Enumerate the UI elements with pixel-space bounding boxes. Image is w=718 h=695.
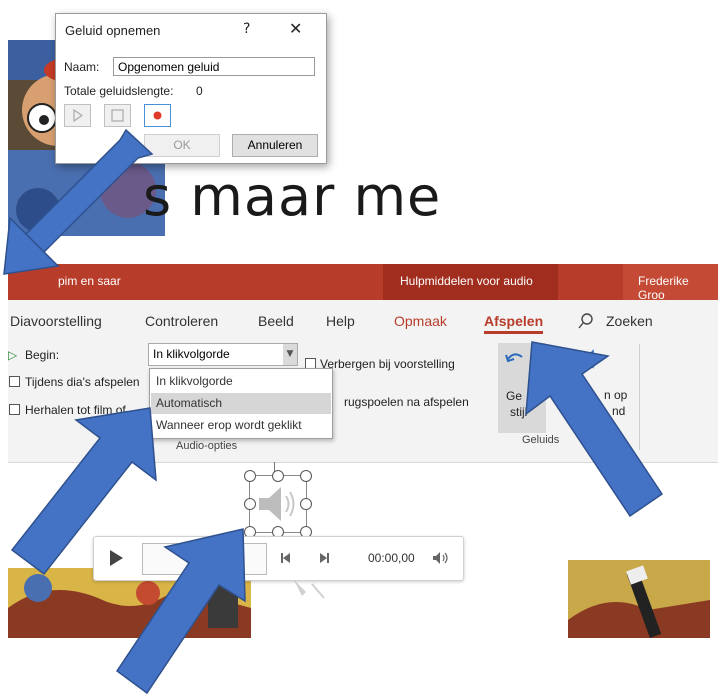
resize-handle[interactable] bbox=[272, 470, 284, 482]
group-audio-options-label: Audio-opties bbox=[176, 440, 238, 452]
cancel-button[interactable]: Annuleren bbox=[232, 134, 318, 157]
search-icon[interactable] bbox=[578, 313, 594, 332]
slide-title-text: s maar me bbox=[143, 165, 442, 228]
tab-zoeken[interactable]: Zoeken bbox=[606, 313, 653, 329]
tab-opmaak[interactable]: Opmaak bbox=[394, 313, 447, 329]
annotation-arrow-dialog bbox=[3, 128, 154, 275]
skip-forward-icon[interactable] bbox=[318, 552, 330, 564]
dropdown-option-in-klikvolgorde[interactable]: In klikvolgorde bbox=[151, 371, 331, 392]
play-across-slides-label: Tijdens dia's afspelen bbox=[25, 375, 140, 389]
tab-help[interactable]: Help bbox=[326, 313, 355, 329]
tab-beeld[interactable]: Beeld bbox=[258, 313, 294, 329]
dropdown-option-wanneer-erop-geklikt[interactable]: Wanneer erop wordt geklikt bbox=[151, 415, 331, 436]
begin-label: Begin: bbox=[25, 348, 60, 362]
cartoon-image-bottom-right bbox=[568, 560, 710, 638]
chevron-down-icon[interactable]: ▼ bbox=[283, 344, 297, 365]
total-length-label: Totale geluidslengte: bbox=[64, 84, 174, 98]
start-select-value: In klikvolgorde bbox=[153, 347, 230, 361]
play-across-slides-checkbox[interactable] bbox=[9, 376, 20, 387]
tab-controleren[interactable]: Controleren bbox=[145, 313, 218, 329]
tab-diavoorstelling[interactable]: Diavoorstelling bbox=[10, 313, 102, 329]
resize-handle[interactable] bbox=[244, 470, 256, 482]
start-select[interactable]: In klikvolgorde ▼ bbox=[148, 343, 298, 366]
audio-tools-label: Hulpmiddelen voor audio bbox=[400, 274, 533, 288]
speaker-ghost-icon bbox=[294, 580, 325, 599]
help-icon[interactable]: ? bbox=[243, 21, 250, 37]
speaker-icon[interactable] bbox=[257, 484, 299, 524]
name-label: Naam: bbox=[64, 60, 100, 74]
name-input[interactable] bbox=[113, 57, 315, 76]
dialog-title: Geluid opnemen bbox=[65, 23, 161, 38]
resize-handle[interactable] bbox=[244, 498, 256, 510]
hide-during-show-label: Verbergen bij voorstelling bbox=[320, 357, 455, 371]
annotation-arrow-style bbox=[525, 341, 664, 518]
total-length-value: 0 bbox=[196, 84, 203, 98]
skip-back-icon[interactable] bbox=[280, 552, 292, 564]
annotation-arrow-speaker bbox=[115, 528, 246, 695]
play-trigger-icon: ▷ bbox=[8, 348, 18, 362]
rewind-label: rugspoelen na afspelen bbox=[344, 395, 469, 409]
volume-icon[interactable] bbox=[432, 551, 450, 565]
dropdown-option-automatisch[interactable]: Automatisch bbox=[151, 393, 331, 414]
playback-time: 00:00,00 bbox=[368, 551, 415, 565]
resize-handle[interactable] bbox=[300, 498, 312, 510]
user-name[interactable]: Frederike Groo bbox=[638, 274, 718, 302]
resize-handle[interactable] bbox=[300, 470, 312, 482]
tab-afspelen[interactable]: Afspelen bbox=[484, 313, 544, 334]
close-icon[interactable]: ✕ bbox=[289, 19, 302, 38]
start-dropdown-list: In klikvolgorde Automatisch Wanneer erop… bbox=[149, 368, 333, 439]
